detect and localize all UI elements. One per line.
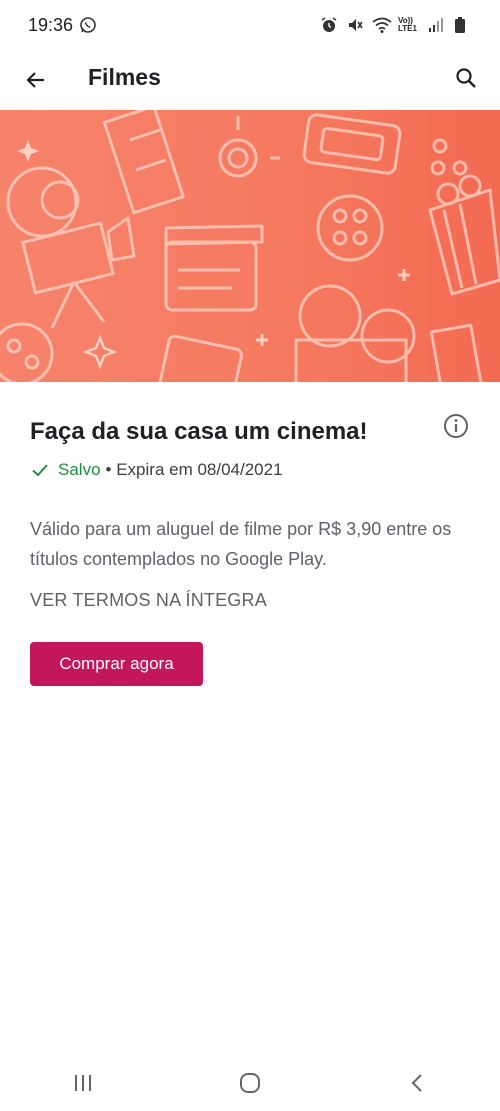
movie-camera-icon bbox=[21, 180, 136, 329]
search-button[interactable] bbox=[448, 60, 484, 96]
check-icon bbox=[32, 464, 48, 477]
alarm-icon bbox=[320, 16, 338, 34]
page-title: Filmes bbox=[88, 64, 161, 90]
film-reel-icon-2 bbox=[316, 194, 384, 262]
popcorn-icon bbox=[428, 174, 500, 296]
film-reel-icon bbox=[218, 116, 280, 178]
expiry-text: • Expira em 08/04/2021 bbox=[105, 460, 283, 479]
system-nav-bar bbox=[0, 1055, 500, 1111]
offer-title: Faça da sua casa um cinema! bbox=[30, 418, 368, 445]
status-bar: 19:36 Vo)) LTE1 bbox=[0, 0, 500, 50]
home-icon bbox=[239, 1073, 260, 1093]
film-strip-icon bbox=[102, 110, 185, 215]
status-time: 19:36 bbox=[28, 14, 74, 35]
search-icon bbox=[456, 68, 476, 88]
sparkle-icon bbox=[17, 140, 118, 370]
terms-link[interactable]: VER TERMOS NA ÍNTEGRA bbox=[30, 590, 267, 611]
offer-status: Salvo • Expira em 08/04/2021 bbox=[30, 460, 283, 480]
nav-back-button[interactable] bbox=[387, 1063, 447, 1103]
signal-icon bbox=[428, 16, 446, 34]
saved-label: Salvo bbox=[58, 460, 101, 479]
whatsapp-icon bbox=[79, 16, 97, 34]
clapperboard-icon bbox=[164, 224, 264, 312]
recents-button[interactable] bbox=[53, 1063, 113, 1103]
arrow-back-icon bbox=[26, 72, 44, 88]
info-icon bbox=[444, 414, 468, 438]
back-chevron-icon bbox=[411, 1074, 422, 1092]
ticket-icon bbox=[302, 113, 402, 175]
offer-description: Válido para um aluguel de filme por R$ 3… bbox=[30, 519, 452, 569]
app-bar: Filmes bbox=[0, 50, 500, 110]
buy-now-button[interactable]: Comprar agora bbox=[30, 642, 203, 686]
promo-banner bbox=[0, 110, 500, 382]
battery-icon bbox=[454, 16, 472, 34]
banner-illustration bbox=[0, 110, 500, 382]
recents-icon bbox=[75, 1075, 92, 1091]
info-button[interactable] bbox=[442, 412, 472, 442]
mute-icon bbox=[346, 16, 364, 34]
home-button[interactable] bbox=[220, 1063, 280, 1103]
wifi-icon bbox=[372, 16, 392, 34]
volte-icon: Vo)) LTE1 bbox=[398, 16, 417, 33]
back-button[interactable] bbox=[18, 62, 54, 98]
